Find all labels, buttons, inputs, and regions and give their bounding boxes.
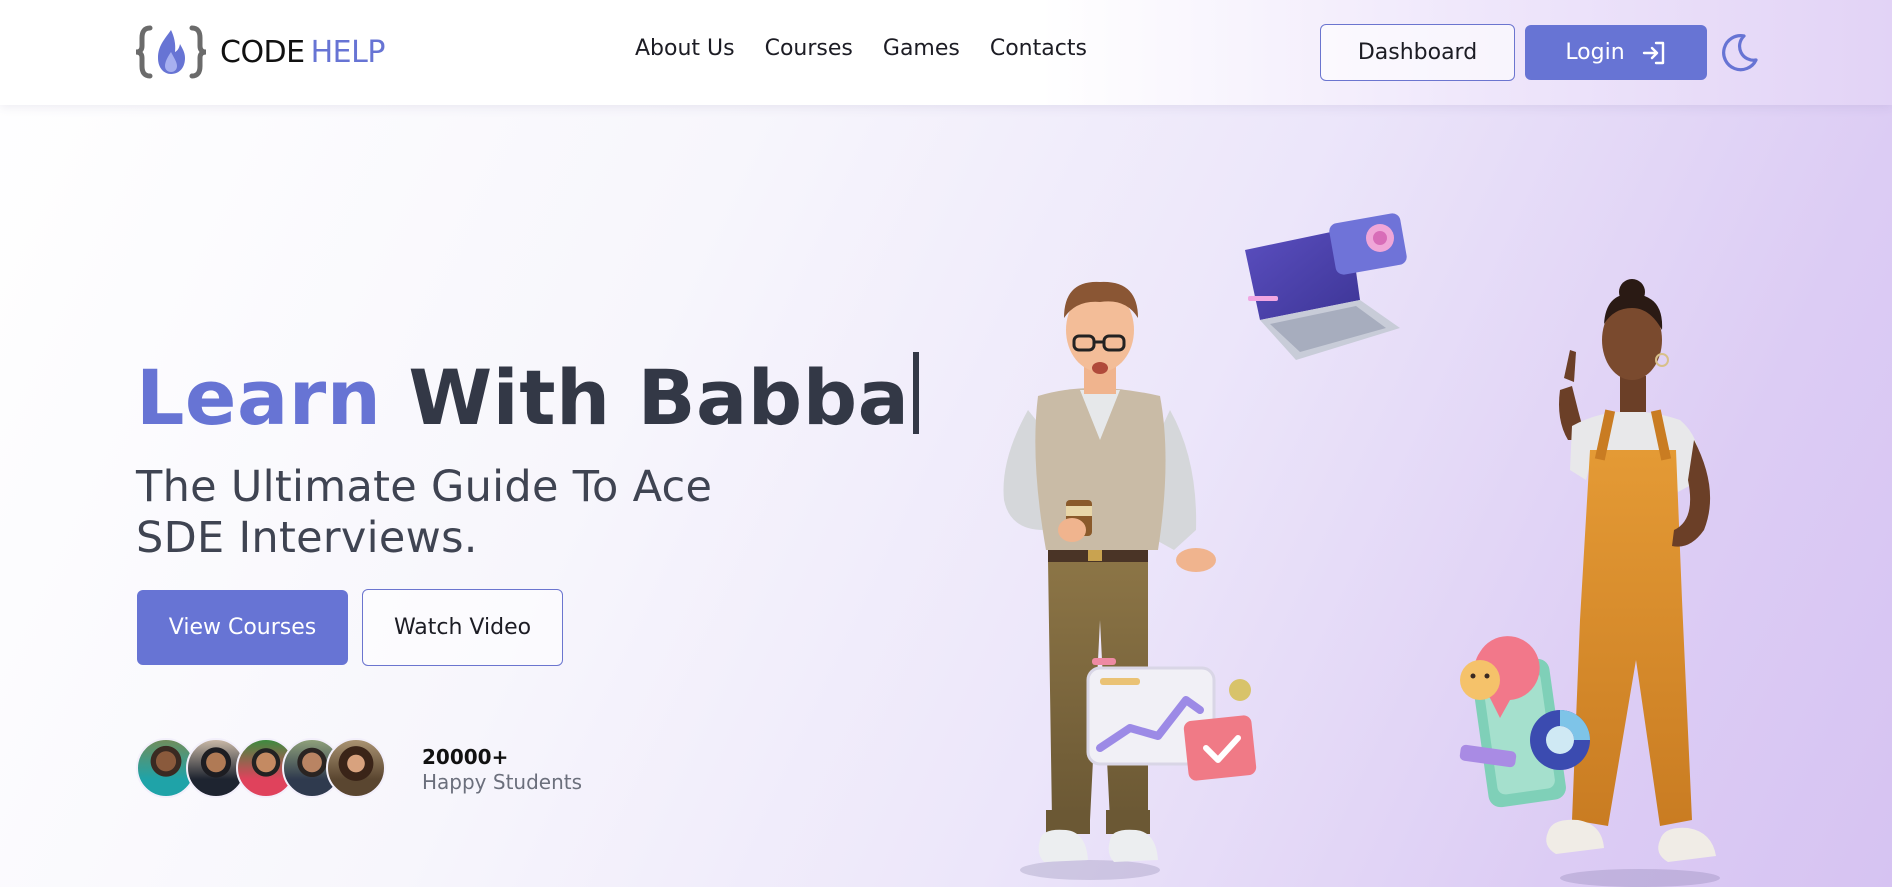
nav-courses[interactable]: Courses	[765, 36, 853, 61]
view-courses-button[interactable]: View Courses	[137, 590, 348, 665]
watch-video-label: Watch Video	[393, 615, 532, 640]
hero-subtitle: The Ultimate Guide To Ace SDE Interviews…	[136, 462, 756, 564]
login-arrow-icon	[1642, 41, 1664, 64]
nav-about-us[interactable]: About Us	[635, 36, 735, 61]
watch-video-button[interactable]: Watch Video	[362, 589, 563, 666]
hero-title-accent: Learn	[136, 353, 382, 442]
site-header: CODE HELP About Us Courses Games Contacts…	[0, 0, 1892, 105]
students-count: 20000+	[422, 745, 509, 769]
logo-word-help: HELP	[310, 34, 386, 70]
logo[interactable]: CODE HELP	[136, 22, 385, 82]
login-button-label: Login	[1565, 40, 1625, 65]
login-button[interactable]: Login	[1525, 25, 1707, 80]
hero-title: Learn With Babba	[136, 352, 920, 442]
analytics-board-illustration	[1086, 658, 1257, 781]
hero-title-rest: With Babba	[408, 353, 910, 442]
laptop-illustration	[1245, 213, 1407, 360]
typing-cursor	[913, 352, 920, 434]
view-courses-label: View Courses	[168, 615, 317, 640]
students-label: Happy Students	[422, 770, 583, 794]
hero-subtitle-line-2: SDE Interviews.	[136, 513, 478, 563]
phone-chart-illustration	[1459, 636, 1590, 808]
moon-icon[interactable]	[1720, 32, 1760, 72]
dashboard-button[interactable]: Dashboard	[1320, 24, 1515, 81]
avatar	[326, 738, 386, 798]
dashboard-button-label: Dashboard	[1357, 40, 1478, 65]
flame-braces-icon	[136, 25, 206, 79]
man-character	[1003, 281, 1216, 880]
hero-subtitle-line-1: The Ultimate Guide To Ace	[136, 462, 713, 512]
woman-character	[1546, 279, 1720, 887]
nav-games[interactable]: Games	[883, 36, 960, 61]
student-avatars	[136, 738, 386, 800]
nav-contacts[interactable]: Contacts	[990, 36, 1087, 61]
logo-word-code: CODE	[220, 34, 305, 70]
hero-illustration	[1003, 213, 1720, 887]
main-nav: About Us Courses Games Contacts	[635, 36, 1087, 61]
